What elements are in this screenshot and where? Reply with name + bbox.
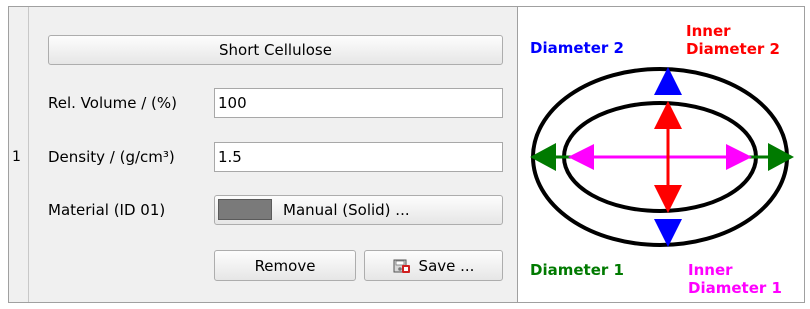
rel-volume-input[interactable]: 100 (214, 88, 503, 118)
fiber-properties-panel: Short Cellulose Rel. Volume / (%) 100 De… (34, 7, 518, 302)
save-icon (393, 259, 410, 273)
inner-diameter-1-label-line2: Diameter 1 (688, 279, 782, 297)
material-button[interactable]: Manual (Solid) ... (214, 195, 503, 225)
fiber-table: 1 Short Cellulose Rel. Volume / (%) 100 … (8, 6, 805, 303)
density-label: Density / (g/cm³) (48, 148, 175, 166)
diameter-2-label: Diameter 2 (530, 39, 624, 57)
save-button[interactable]: Save ... (364, 250, 503, 281)
row-header[interactable]: 1 (9, 7, 35, 302)
row-number: 1 (12, 149, 21, 165)
diameter-1-label: Diameter 1 (530, 261, 624, 279)
inner-diameter-1-label-line1: Inner (688, 261, 733, 279)
inner-diameter-2-label-line2: Diameter 2 (686, 40, 780, 58)
diameter-diagram-svg: Diameter 2 Inner Diameter 2 Diameter 1 I… (530, 22, 794, 297)
remove-button[interactable]: Remove (214, 250, 356, 281)
inner-diameter-2-label-line1: Inner (686, 22, 731, 40)
material-button-label: Manual (Solid) ... (283, 201, 410, 219)
material-label: Material (ID 01) (48, 201, 166, 219)
rel-volume-label: Rel. Volume / (%) (48, 94, 178, 112)
save-button-label: Save ... (418, 256, 475, 275)
fiber-name-button[interactable]: Short Cellulose (48, 35, 503, 65)
material-color-swatch (218, 199, 272, 220)
fiber-diameter-diagram: Diameter 2 Inner Diameter 2 Diameter 1 I… (518, 7, 804, 302)
density-input[interactable]: 1.5 (214, 142, 503, 172)
inner-diameter-1-arrow (568, 144, 752, 170)
